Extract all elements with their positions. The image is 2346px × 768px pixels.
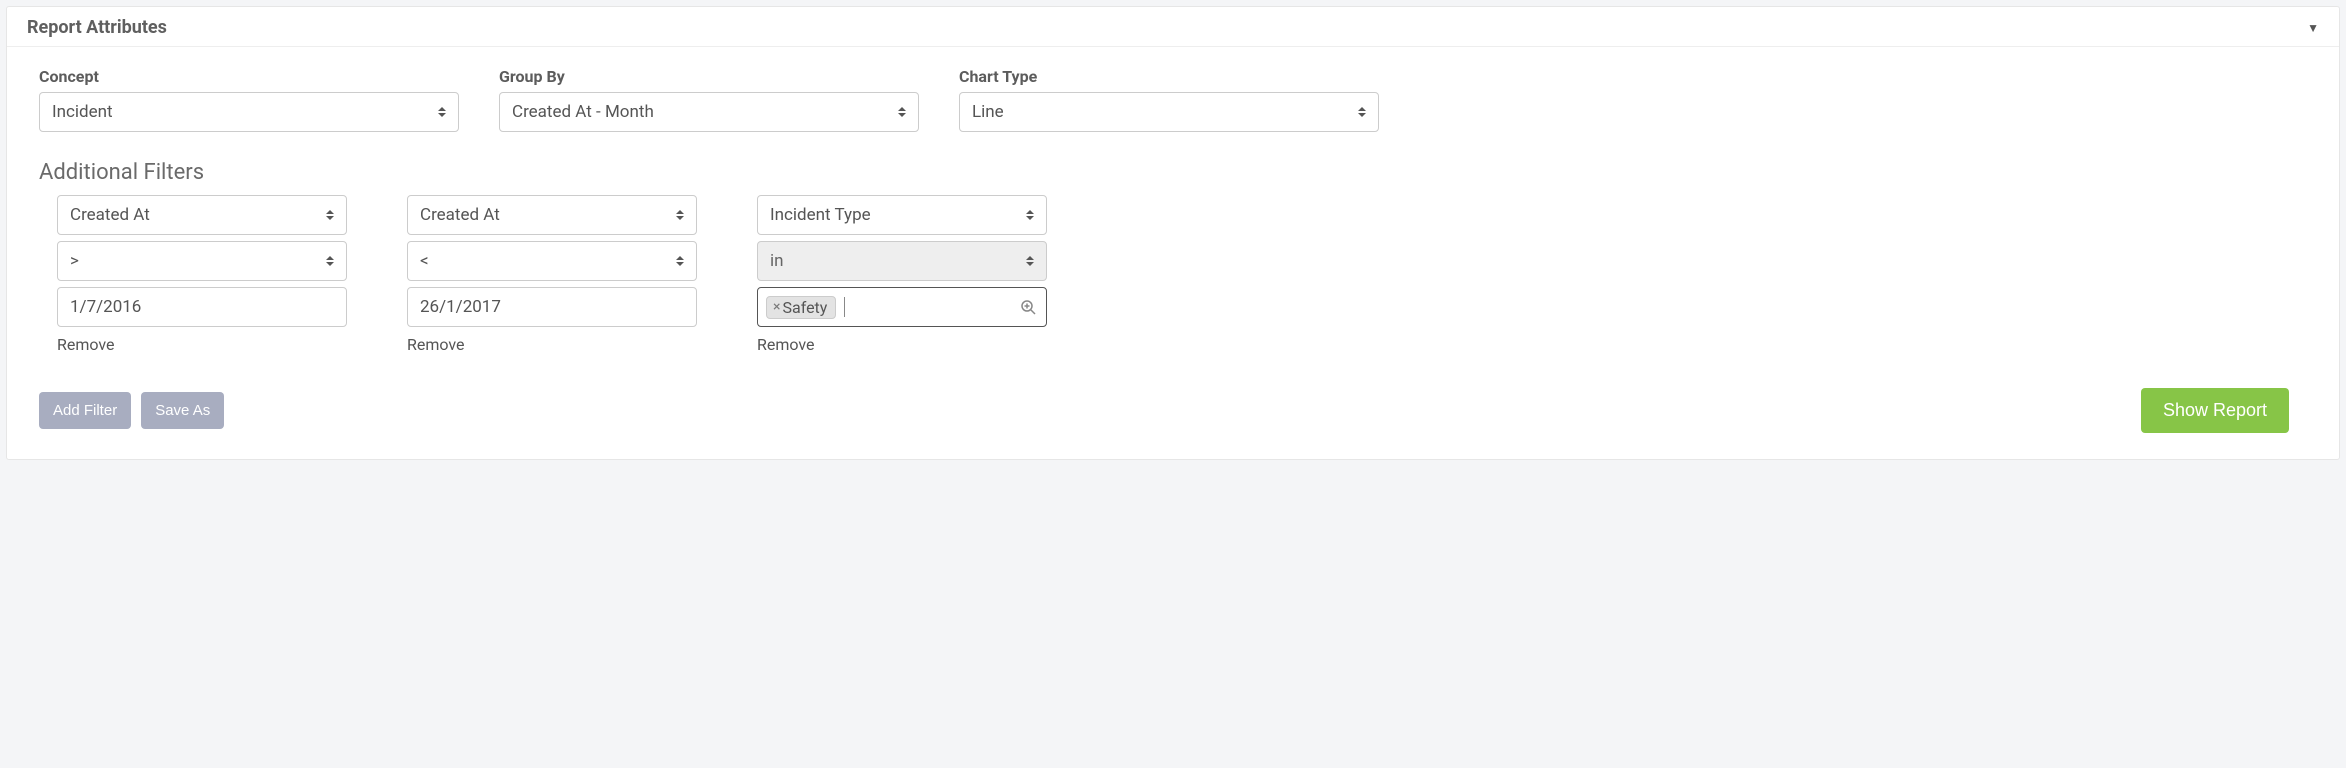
charttype-select[interactable]: Line [959,92,1379,132]
panel-title: Report Attributes [27,17,167,38]
filter-tag: × Safety [766,296,836,319]
search-zoom-icon[interactable] [1020,299,1036,315]
filter-field-select[interactable]: Created At [407,195,697,235]
groupby-select-value: Created At - Month [512,102,654,122]
filter-operator-value: < [420,251,429,271]
show-report-button[interactable]: Show Report [2141,388,2289,433]
save-as-button[interactable]: Save As [141,392,224,429]
filter-value-text: 1/7/2016 [70,297,141,317]
select-arrow-icon [898,105,908,119]
select-arrow-icon [1026,254,1036,268]
filter-field-value: Created At [70,205,150,225]
filter-field-value: Created At [420,205,500,225]
filter-field-select[interactable]: Created At [57,195,347,235]
select-arrow-icon [676,208,686,222]
filter-column: Created At < 26/1/2017 Remove [407,195,697,354]
filter-field-select[interactable]: Incident Type [757,195,1047,235]
filters-row: Created At > 1/7/2016 Remove Created At [39,195,2307,354]
add-filter-button[interactable]: Add Filter [39,392,131,429]
filter-column: Incident Type in × Safety [757,195,1047,354]
concept-select-value: Incident [52,102,113,122]
filter-field-value: Incident Type [770,205,871,225]
select-arrow-icon [438,105,448,119]
report-attributes-panel: Report Attributes ▼ Concept Incident Gro… [6,6,2340,460]
filter-operator-select[interactable]: > [57,241,347,281]
filter-value-input[interactable]: 26/1/2017 [407,287,697,327]
groupby-field-group: Group By Created At - Month [499,67,919,132]
remove-filter-link[interactable]: Remove [407,335,465,354]
filter-column: Created At > 1/7/2016 Remove [57,195,347,354]
footer-actions-row: Add Filter Save As Show Report [39,388,2307,433]
remove-filter-link[interactable]: Remove [757,335,815,354]
tag-remove-icon[interactable]: × [773,300,780,314]
select-arrow-icon [326,208,336,222]
filter-tags-input[interactable]: × Safety [757,287,1047,327]
panel-body: Concept Incident Group By Created At - M… [7,47,2339,459]
remove-filter-link[interactable]: Remove [57,335,115,354]
concept-select[interactable]: Incident [39,92,459,132]
text-cursor [844,297,845,317]
filter-operator-value: > [70,251,79,271]
groupby-select[interactable]: Created At - Month [499,92,919,132]
additional-filters-heading: Additional Filters [39,160,2307,185]
filter-operator-select[interactable]: in [757,241,1047,281]
select-arrow-icon [1026,208,1036,222]
select-arrow-icon [676,254,686,268]
concept-label: Concept [39,67,459,86]
top-attributes-row: Concept Incident Group By Created At - M… [39,67,2307,132]
charttype-select-value: Line [972,102,1004,122]
filter-operator-select[interactable]: < [407,241,697,281]
concept-field-group: Concept Incident [39,67,459,132]
groupby-label: Group By [499,67,919,86]
filter-value-input[interactable]: 1/7/2016 [57,287,347,327]
panel-header: Report Attributes ▼ [7,7,2339,47]
charttype-field-group: Chart Type Line [959,67,1379,132]
collapse-toggle-icon[interactable]: ▼ [2307,21,2319,35]
filter-value-text: 26/1/2017 [420,297,501,317]
tag-label: Safety [782,298,827,317]
filter-operator-value: in [770,251,784,271]
charttype-label: Chart Type [959,67,1379,86]
select-arrow-icon [326,254,336,268]
footer-buttons-left: Add Filter Save As [39,392,224,429]
select-arrow-icon [1358,105,1368,119]
